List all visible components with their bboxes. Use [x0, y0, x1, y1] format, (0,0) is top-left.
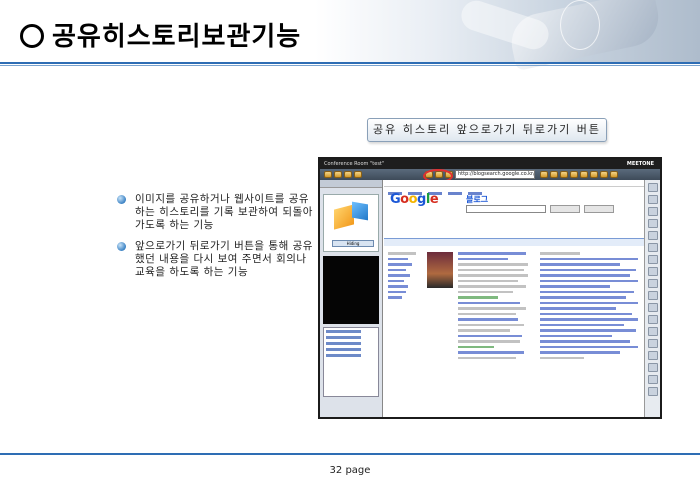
logo-letter: e [429, 192, 439, 207]
shared-image-preview: Hiding [323, 194, 379, 252]
tool-rail [644, 180, 660, 417]
tool-icon[interactable] [647, 207, 658, 216]
chat-log [323, 327, 379, 397]
cube-icon [352, 201, 368, 221]
chat-line [326, 348, 361, 351]
panel-tabs[interactable] [320, 180, 382, 188]
toolbar-button[interactable] [580, 171, 588, 178]
brand-logo: MEETONE [626, 161, 654, 167]
toolbar-button[interactable] [550, 171, 558, 178]
header-divider [0, 65, 700, 66]
tool-icon[interactable] [647, 291, 658, 300]
tool-icon[interactable] [647, 195, 658, 204]
toolbar-button[interactable] [540, 171, 548, 178]
tool-icon[interactable] [647, 231, 658, 240]
slide-title: 공유히스토리보관기능 [20, 16, 301, 53]
tool-icon[interactable] [647, 219, 658, 228]
toolbar-button[interactable] [334, 171, 342, 178]
video-area [323, 256, 379, 324]
tool-icon[interactable] [647, 183, 658, 192]
category-list [388, 252, 422, 302]
tool-icon[interactable] [647, 315, 658, 324]
header-divider [0, 62, 700, 64]
toolbar-button[interactable] [344, 171, 352, 178]
search-button[interactable] [584, 205, 614, 213]
logo-letter: o [408, 192, 418, 207]
google-logo: Google [390, 192, 439, 207]
chat-line [326, 336, 361, 339]
history-buttons-callout: 공유 히스토리 앞으로가기 뒤로가기 버튼 [367, 118, 607, 142]
header-decoration [560, 0, 600, 50]
tool-icon[interactable] [647, 375, 658, 384]
tool-icon[interactable] [647, 351, 658, 360]
footer-divider [0, 453, 700, 455]
logo-letter: o [400, 192, 409, 207]
bullet-item: 앞으로가기 뒤로가기 버튼을 통해 공유했던 내용을 다시 보여 주면서 회의나… [115, 240, 315, 279]
tool-icon[interactable] [647, 339, 658, 348]
tool-icon[interactable] [647, 255, 658, 264]
page-number: 32 page [329, 465, 371, 476]
nav-link[interactable] [448, 192, 462, 195]
tool-icon[interactable] [647, 363, 658, 372]
blog-label: 블로그 [466, 195, 489, 204]
tool-icon[interactable] [647, 303, 658, 312]
search-input[interactable] [466, 205, 546, 213]
toolbar-button[interactable] [590, 171, 598, 178]
tool-icon[interactable] [647, 327, 658, 336]
tool-icon[interactable] [647, 243, 658, 252]
chat-line [326, 354, 361, 357]
bullet-text: 이미지를 공유하거나 웹사이트를 공유하는 히스토리를 기록 보관하여 되돌아 … [135, 193, 313, 231]
toolbar-button[interactable] [570, 171, 578, 178]
toolbar-button[interactable] [560, 171, 568, 178]
chat-line [326, 330, 361, 333]
bullet-icon [117, 195, 126, 204]
toolbar-button[interactable] [600, 171, 608, 178]
hiding-button[interactable]: Hiding [332, 240, 374, 247]
recent-posts-list [540, 252, 642, 362]
google-nav [384, 180, 646, 195]
toolbar-button[interactable] [324, 171, 332, 178]
circle-icon [20, 24, 44, 48]
search-button[interactable] [550, 205, 580, 213]
chat-line [326, 342, 361, 345]
slide-title-text: 공유히스토리보관기능 [52, 22, 302, 52]
bullet-icon [117, 242, 126, 251]
results-bar [384, 238, 646, 246]
bullet-item: 이미지를 공유하거나 웹사이트를 공유하는 히스토리를 기록 보관하여 되돌아 … [115, 193, 315, 232]
logo-letter: G [390, 192, 401, 207]
logo-letter: g [417, 192, 426, 207]
bullet-text: 앞으로가기 뒤로가기 버튼을 통해 공유했던 내용을 다시 보여 주면서 회의나… [135, 240, 313, 278]
tool-icon[interactable] [647, 387, 658, 396]
shared-web-page: Google 블로그 [384, 180, 646, 417]
header-decoration [457, 0, 553, 54]
toolbar-button[interactable] [610, 171, 618, 178]
post-thumbnail[interactable] [427, 252, 453, 288]
window-title: Conference Room "test" [324, 161, 385, 167]
bullet-list: 이미지를 공유하거나 웹사이트를 공유하는 히스토리를 기록 보관하여 되돌아 … [115, 193, 315, 287]
tool-icon[interactable] [647, 267, 658, 276]
slide: 공유히스토리보관기능 공유 히스토리 앞으로가기 뒤로가기 버튼 이미지를 공유… [0, 0, 700, 485]
url-bar[interactable]: http://blogsearch.google.co.kr/?hl= [455, 170, 535, 179]
cube-icon [334, 204, 354, 230]
browser-toolbar: http://blogsearch.google.co.kr/?hl= [320, 169, 660, 183]
window-titlebar: Conference Room "test" MEETONE [320, 159, 660, 169]
blog-result-list [458, 252, 530, 362]
tool-icon[interactable] [647, 279, 658, 288]
left-panel: Hiding [320, 180, 383, 417]
conference-app-screenshot: Conference Room "test" MEETONE http://bl… [318, 157, 662, 419]
toolbar-button[interactable] [354, 171, 362, 178]
